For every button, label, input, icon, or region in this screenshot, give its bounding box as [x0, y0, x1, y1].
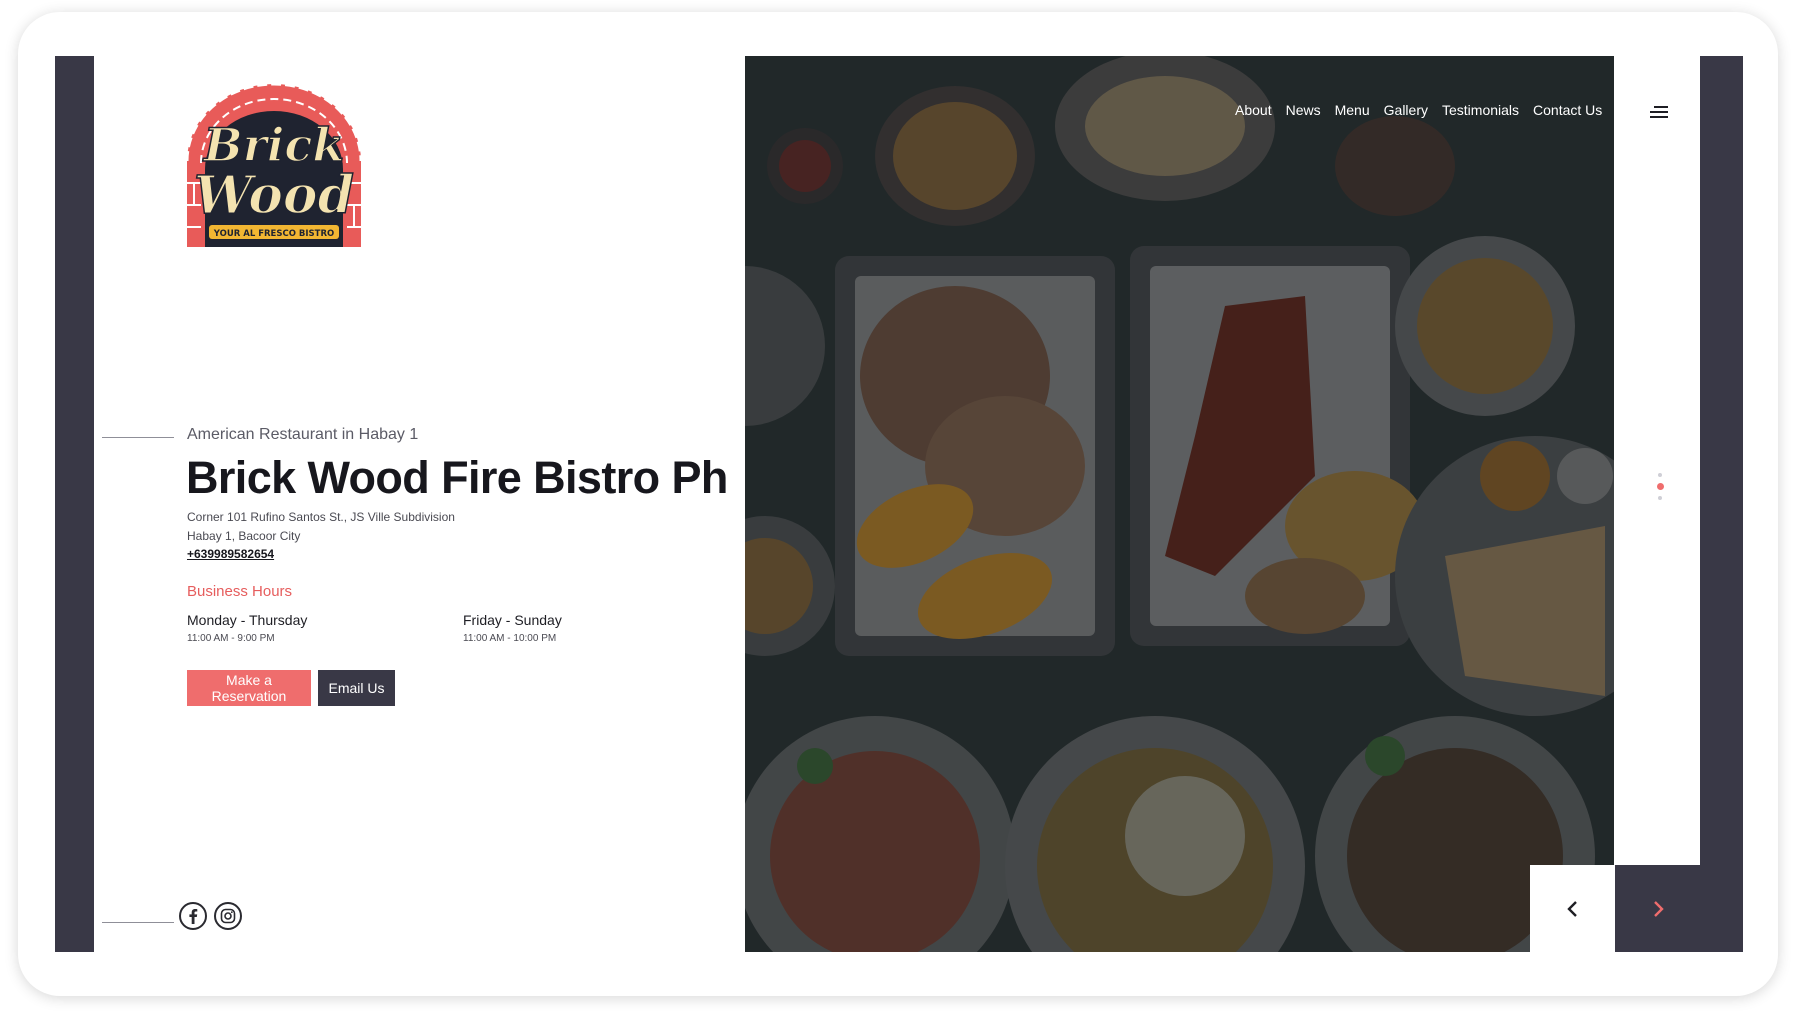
chevron-left-icon	[1566, 900, 1577, 917]
hours-days: Friday - Sunday	[463, 612, 562, 628]
divider-line	[102, 922, 174, 923]
nav-item-gallery[interactable]: Gallery	[1384, 102, 1428, 118]
website: Brick Wood YOUR AL FRESCO BISTRO America…	[55, 56, 1743, 952]
slider-next-button[interactable]	[1615, 865, 1700, 952]
nav-item-about[interactable]: About	[1235, 102, 1272, 118]
make-reservation-button[interactable]: Make a Reservation	[187, 670, 311, 706]
slider-dot[interactable]	[1658, 496, 1662, 500]
hamburger-menu-icon[interactable]	[1648, 104, 1668, 120]
logo-word-brick: Brick	[202, 118, 344, 172]
logo-word-wood: Wood	[194, 165, 354, 226]
logo-tagline: YOUR AL FRESCO BISTRO	[213, 229, 334, 239]
slider-dot-active[interactable]	[1656, 483, 1664, 490]
right-side-bar	[1700, 56, 1743, 952]
address: Corner 101 Rufino Santos St., JS Ville S…	[187, 508, 455, 546]
hours-days: Monday - Thursday	[187, 612, 308, 628]
left-side-bar	[55, 56, 94, 952]
slider-prev-button[interactable]	[1530, 865, 1615, 952]
divider-line	[102, 437, 174, 438]
address-line-2: Habay 1, Bacoor City	[187, 529, 301, 543]
hours-weekdays: Monday - Thursday 11:00 AM - 9:00 PM	[187, 612, 307, 644]
email-us-button[interactable]: Email Us	[318, 670, 395, 706]
nav-item-contact-us[interactable]: Contact Us	[1533, 102, 1602, 118]
hero-kicker: American Restaurant in Habay 1	[187, 426, 419, 443]
nav-item-menu[interactable]: Menu	[1335, 102, 1370, 118]
nav-item-news[interactable]: News	[1286, 102, 1321, 118]
logo-graphic: Brick Wood YOUR AL FRESCO BISTRO	[185, 82, 363, 247]
page-title: Brick Wood Fire Bistro Ph	[186, 452, 728, 503]
hero-food-image	[745, 56, 1614, 952]
slider-dot[interactable]	[1658, 473, 1662, 477]
hours-time: 11:00 AM - 10:00 PM	[463, 633, 557, 644]
address-line-1: Corner 101 Rufino Santos St., JS Ville S…	[187, 510, 455, 524]
hours-time: 11:00 AM - 9:00 PM	[187, 633, 275, 644]
main-nav: About News Menu Gallery Testimonials Con…	[1235, 102, 1602, 118]
nav-item-testimonials[interactable]: Testimonials	[1442, 102, 1519, 118]
hours-weekend: Friday - Sunday 11:00 AM - 10:00 PM	[463, 612, 562, 644]
facebook-icon[interactable]	[179, 902, 207, 930]
brick-wood-logo[interactable]: Brick Wood YOUR AL FRESCO BISTRO	[179, 82, 369, 253]
instagram-icon[interactable]	[214, 902, 242, 930]
chevron-right-icon	[1653, 900, 1664, 917]
phone-link[interactable]: +639989582654	[187, 547, 274, 561]
business-hours-heading: Business Hours	[187, 583, 293, 600]
